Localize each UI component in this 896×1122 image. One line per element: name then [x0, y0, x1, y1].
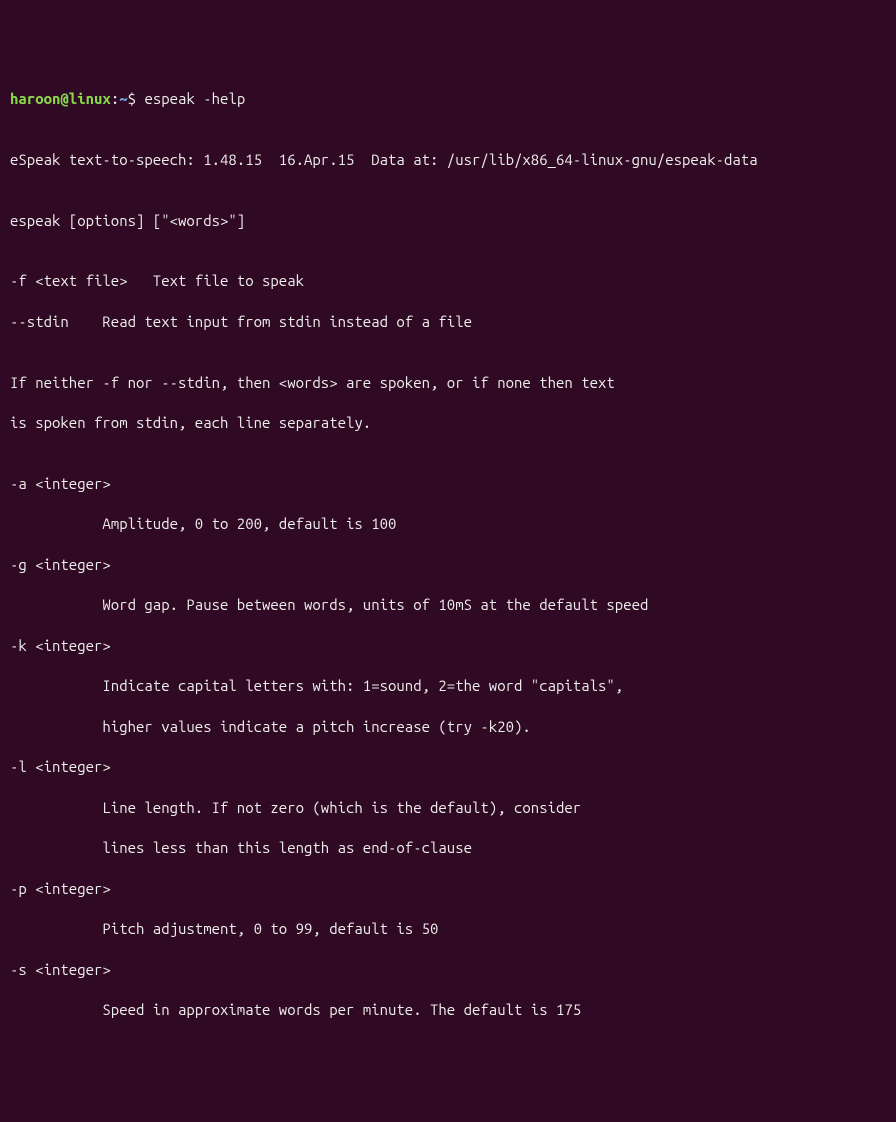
prompt-dollar: $ — [128, 90, 145, 107]
output-line: Indicate capital letters with: 1=sound, … — [10, 676, 886, 696]
output-line: higher values indicate a pitch increase … — [10, 717, 886, 737]
output-line: Speed in approximate words per minute. T… — [10, 1000, 886, 1020]
output-line: Pitch adjustment, 0 to 99, default is 50 — [10, 919, 886, 939]
output-line: -f <text file> Text file to speak — [10, 271, 886, 291]
prompt-user-host: haroon@linux — [10, 90, 111, 107]
output-line: is spoken from stdin, each line separate… — [10, 413, 886, 433]
output-line: -a <integer> — [10, 474, 886, 494]
output-line: espeak [options] ["<words>"] — [10, 211, 886, 231]
output-line: -p <integer> — [10, 879, 886, 899]
prompt-line[interactable]: haroon@linux:~$ espeak -help — [10, 89, 886, 109]
command-input: espeak -help — [144, 90, 245, 107]
output-line: Word gap. Pause between words, units of … — [10, 595, 886, 615]
output-line: Amplitude, 0 to 200, default is 100 — [10, 514, 886, 534]
output-line: -k <integer> — [10, 636, 886, 656]
prompt-path: ~ — [119, 90, 127, 107]
output-line: If neither -f nor --stdin, then <words> … — [10, 373, 886, 393]
output-line: eSpeak text-to-speech: 1.48.15 16.Apr.15… — [10, 150, 886, 170]
output-line: lines less than this length as end-of-cl… — [10, 838, 886, 858]
output-line: --stdin Read text input from stdin inste… — [10, 312, 886, 332]
output-line: -s <integer> — [10, 960, 886, 980]
output-line: -g <integer> — [10, 555, 886, 575]
prompt-colon: : — [111, 90, 119, 107]
output-line: -l <integer> — [10, 757, 886, 777]
output-line: Line length. If not zero (which is the d… — [10, 798, 886, 818]
